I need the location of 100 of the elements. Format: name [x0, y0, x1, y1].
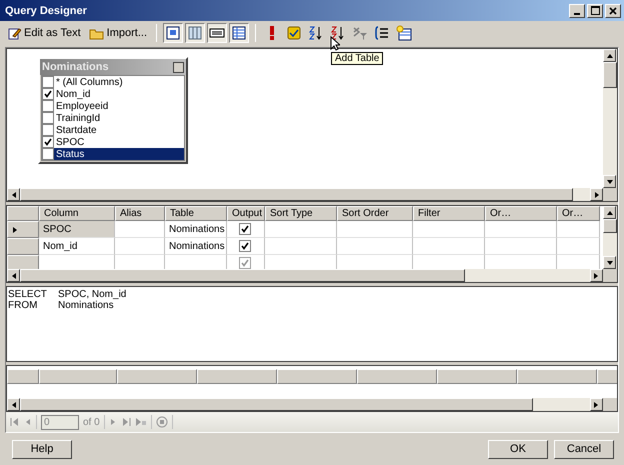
scroll-down-button[interactable] [603, 256, 616, 269]
right-arrow-icon [592, 272, 600, 280]
ok-button[interactable]: OK [488, 440, 548, 458]
column-header[interactable]: Column [39, 206, 115, 221]
cancel-button[interactable]: Cancel [554, 440, 614, 458]
scroll-left-button[interactable] [7, 269, 20, 282]
scrollbar-thumb[interactable] [603, 62, 617, 88]
minimize-icon [574, 12, 580, 14]
row-header[interactable] [7, 221, 39, 238]
scroll-right-button[interactable] [590, 398, 603, 411]
help-button[interactable]: Help [12, 440, 72, 458]
close-icon [609, 6, 617, 14]
scrollbar-thumb[interactable] [603, 219, 617, 233]
checkmark-icon [44, 138, 52, 146]
column-header[interactable]: Output [227, 206, 265, 221]
sql-text: SPOC, Nom_id [58, 289, 126, 300]
column-header[interactable]: Alias [115, 206, 165, 221]
column-header[interactable]: Table [165, 206, 227, 221]
grid-pane-toggle[interactable] [185, 23, 206, 43]
diagram-pane-icon [165, 25, 182, 41]
right-arrow-icon [592, 400, 600, 408]
minimize-table-button[interactable] [173, 62, 184, 72]
last-record-icon [120, 417, 131, 427]
column-header[interactable]: Or… [485, 206, 557, 221]
vertical-scrollbar[interactable] [603, 206, 617, 269]
table-cell[interactable]: Nominations [165, 221, 227, 238]
checkmark-icon [240, 259, 248, 267]
horizontal-scrollbar[interactable] [7, 269, 603, 282]
checkmark-icon [240, 242, 248, 250]
checkbox[interactable] [42, 88, 54, 100]
edit-as-text-button[interactable]: Edit as Text [4, 24, 84, 42]
filter-remove-icon [352, 25, 368, 41]
minimize-button[interactable] [569, 4, 585, 18]
column-header[interactable]: Filter [413, 206, 485, 221]
sql-keyword: FROM [8, 300, 38, 311]
checkmark-icon [240, 225, 248, 233]
results-pane-icon [231, 25, 248, 41]
checkbox[interactable] [42, 136, 54, 148]
import-button[interactable]: Import... [86, 24, 150, 42]
right-arrow-icon [592, 190, 600, 198]
scroll-right-button[interactable] [590, 188, 603, 201]
group-by-icon [374, 25, 390, 41]
left-arrow-icon [10, 190, 18, 198]
next-record-icon [108, 418, 117, 426]
left-arrow-icon [10, 400, 18, 408]
table-cell[interactable]: Nom_id [39, 238, 115, 255]
exclamation-icon [270, 26, 274, 40]
stop-icon [156, 416, 168, 428]
table-column-item[interactable]: Status [42, 148, 184, 160]
grid-pane-icon [187, 25, 204, 41]
table-cell[interactable]: Nominations [165, 238, 227, 255]
checkbox[interactable] [42, 100, 54, 112]
down-arrow-icon [606, 258, 614, 266]
table-cell[interactable]: SPOC [39, 221, 115, 238]
add-table-button[interactable] [394, 23, 414, 43]
diagram-pane-toggle[interactable] [163, 23, 184, 43]
output-checkbox[interactable] [238, 223, 250, 235]
scroll-left-button[interactable] [7, 398, 20, 411]
sql-text: Nominations [58, 300, 114, 311]
up-arrow-icon [606, 208, 614, 216]
add-table-icon [396, 25, 412, 41]
sql-keyword: SELECT [8, 289, 48, 300]
record-count: of 0 [83, 416, 100, 428]
scroll-up-button[interactable] [603, 49, 616, 62]
scroll-up-button[interactable] [603, 206, 616, 219]
window-title: Query Designer [5, 4, 87, 16]
maximize-button[interactable] [587, 4, 603, 18]
table-title: Nominations [42, 61, 109, 73]
vertical-scrollbar[interactable] [603, 49, 617, 188]
checkbox[interactable] [42, 148, 54, 160]
column-header[interactable]: Sort Order [337, 206, 413, 221]
checkbox[interactable] [42, 112, 54, 124]
document-check-icon [286, 25, 302, 41]
sql-pane-toggle[interactable] [207, 23, 228, 43]
checkmark-icon [44, 90, 52, 98]
scroll-down-button[interactable] [603, 175, 616, 188]
sort-descending-icon [330, 25, 346, 41]
previous-record-icon [24, 418, 32, 426]
maximize-icon [590, 6, 600, 15]
current-row-icon [11, 226, 19, 234]
close-button[interactable] [605, 4, 621, 18]
scroll-right-button[interactable] [590, 269, 603, 282]
up-arrow-icon [606, 52, 614, 60]
left-arrow-icon [10, 272, 18, 280]
pencil-document-icon [7, 26, 21, 40]
scrollbar-thumb[interactable] [20, 269, 466, 282]
column-header[interactable]: Sort Type [265, 206, 337, 221]
scroll-left-button[interactable] [7, 188, 20, 201]
new-record-icon [134, 417, 147, 427]
folder-icon [88, 26, 104, 40]
sort-ascending-icon [308, 25, 324, 41]
down-arrow-icon [606, 178, 614, 186]
output-checkbox[interactable] [238, 240, 250, 252]
checkbox[interactable] [42, 124, 54, 136]
column-header[interactable]: Or… [557, 206, 600, 221]
output-checkbox[interactable] [238, 257, 250, 269]
results-pane-toggle[interactable] [229, 23, 250, 43]
checkbox[interactable] [42, 76, 54, 88]
tooltip: Add Table [331, 52, 384, 65]
first-record-icon [10, 417, 20, 427]
